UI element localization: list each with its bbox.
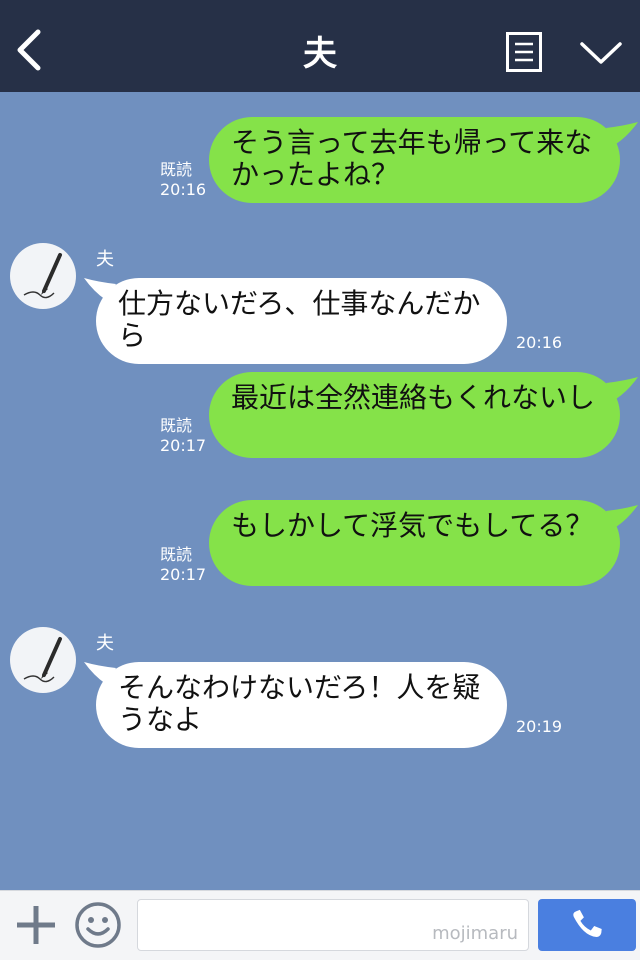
avatar[interactable] <box>10 243 76 309</box>
avatar[interactable] <box>10 627 76 693</box>
message-text: そんなわけないだろ！人を疑うなよ <box>118 671 481 736</box>
bubble-tail <box>606 377 638 399</box>
phone-icon <box>573 909 602 937</box>
watermark: mojimaru <box>432 923 518 944</box>
list-menu-icon[interactable] <box>506 32 542 72</box>
sent-message-bubble[interactable]: そう言って去年も帰って来なかったよね？ <box>209 117 620 203</box>
message-time: 20:16 <box>516 333 563 352</box>
chat-header: 夫 <box>0 0 640 92</box>
sender-name: 夫 <box>96 249 114 270</box>
message-text: そう言って去年も帰って来なかったよね？ <box>231 126 593 191</box>
avatar-pen-icon <box>23 253 62 299</box>
call-button[interactable] <box>538 899 636 951</box>
message-time: 20:19 <box>516 717 563 736</box>
avatar-pen-icon <box>23 637 62 683</box>
chevron-down-icon[interactable] <box>578 36 624 70</box>
chat-title: 夫 <box>303 34 337 74</box>
message-text: もしかして浮気でもしてる？ <box>231 509 594 542</box>
message-text: 仕方ないだろ、仕事なんだから <box>118 287 481 352</box>
smile-icon[interactable] <box>74 901 122 949</box>
read-receipt: 既読 20:16 <box>160 160 207 199</box>
read-receipt: 既読 20:17 <box>160 416 207 455</box>
received-message-bubble[interactable]: 仕方ないだろ、仕事なんだから <box>96 278 507 364</box>
read-receipt: 既読 20:17 <box>160 545 207 584</box>
bubble-tail <box>606 505 638 527</box>
plus-icon[interactable] <box>14 903 58 947</box>
message-text: 最近は全然連絡もくれないし <box>231 381 596 414</box>
sent-message-bubble[interactable]: 最近は全然連絡もくれないし <box>209 372 620 458</box>
sender-name: 夫 <box>96 633 114 654</box>
bubble-tail <box>606 122 638 144</box>
received-message-bubble[interactable]: そんなわけないだろ！人を疑うなよ <box>96 662 507 748</box>
input-bar: mojimaru <box>0 890 640 960</box>
message-input[interactable]: mojimaru <box>137 899 529 951</box>
sent-message-bubble[interactable]: もしかして浮気でもしてる？ <box>209 500 620 586</box>
